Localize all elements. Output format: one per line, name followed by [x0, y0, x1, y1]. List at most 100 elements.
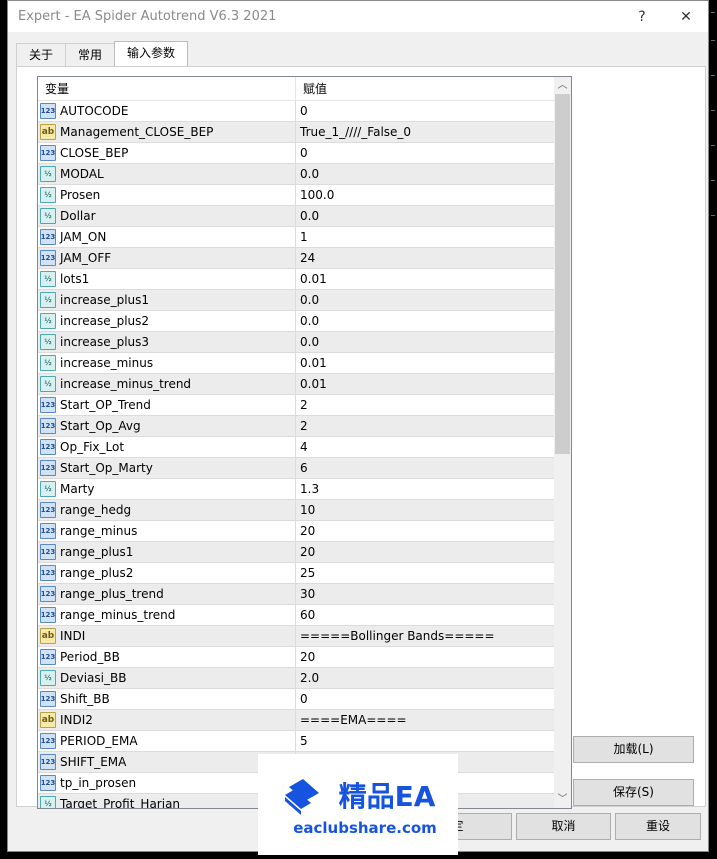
value-cell[interactable]: 6	[296, 461, 308, 475]
table-row[interactable]: ½ increase_plus2 0.0	[38, 311, 554, 332]
table-row[interactable]: ab INDI =====Bollinger Bands=====	[38, 626, 554, 647]
integer-type-icon: 123	[40, 607, 56, 623]
value-cell[interactable]: 4	[296, 440, 308, 454]
tab-about[interactable]: 关于	[16, 43, 67, 66]
table-row[interactable]: ½ Marty 1.3	[38, 479, 554, 500]
table-row[interactable]: ½ increase_minus 0.01	[38, 353, 554, 374]
table-row[interactable]: ½ increase_minus_trend 0.01	[38, 374, 554, 395]
load-button[interactable]: 加载(L)	[573, 736, 694, 763]
integer-type-icon: 123	[40, 502, 56, 518]
table-row[interactable]: ½ Dollar 0.0	[38, 206, 554, 227]
value-cell[interactable]: 0	[296, 692, 308, 706]
value-cell[interactable]: 5	[296, 734, 308, 748]
value-cell[interactable]: 2	[296, 419, 308, 433]
table-row[interactable]: 123 Op_Fix_Lot 4	[38, 437, 554, 458]
variable-cell: 123 Start_OP_Trend	[38, 395, 296, 415]
save-button[interactable]: 保存(S)	[573, 779, 694, 806]
value-cell[interactable]: True_1_////_False_0	[296, 125, 411, 139]
table-row[interactable]: 123 JAM_ON 1	[38, 227, 554, 248]
value-cell[interactable]: 60	[296, 608, 315, 622]
table-row[interactable]: ½ Deviasi_BB 2.0	[38, 668, 554, 689]
variable-cell: ½ Dollar	[38, 206, 296, 226]
vertical-scrollbar[interactable]: ︿ ﹀	[554, 77, 571, 808]
table-row[interactable]: 123 range_plus1 20	[38, 542, 554, 563]
value-cell[interactable]: 0.0	[296, 314, 319, 328]
variable-name: increase_plus1	[60, 293, 150, 307]
table-row[interactable]: 123 Start_Op_Avg 2	[38, 416, 554, 437]
value-cell[interactable]: 25	[296, 566, 315, 580]
value-cell[interactable]: 1	[296, 230, 308, 244]
variable-cell: ½ increase_minus_trend	[38, 374, 296, 394]
chart-tick	[711, 12, 715, 13]
table-row[interactable]: ½ MODAL 0.0	[38, 164, 554, 185]
variable-cell: 123 range_minus_trend	[38, 605, 296, 625]
value-cell[interactable]: 2	[296, 398, 308, 412]
value-cell[interactable]: 0.01	[296, 356, 327, 370]
table-row[interactable]: 123 Start_OP_Trend 2	[38, 395, 554, 416]
table-row[interactable]: 123 range_plus2 25	[38, 563, 554, 584]
tab-inputs[interactable]: 输入参数	[114, 41, 189, 66]
value-cell[interactable]: ====EMA====	[296, 713, 407, 727]
value-cell[interactable]: 0.0	[296, 293, 319, 307]
double-type-icon: ½	[40, 334, 56, 350]
scroll-down-icon[interactable]: ﹀	[554, 791, 571, 808]
variable-name: Start_Op_Avg	[60, 419, 141, 433]
table-row[interactable]: 123 range_minus 20	[38, 521, 554, 542]
value-cell[interactable]: 24	[296, 251, 315, 265]
close-button[interactable]: ✕	[664, 9, 708, 25]
column-header-value[interactable]: 赋值	[296, 77, 327, 100]
table-row[interactable]: 123 range_plus_trend 30	[38, 584, 554, 605]
variable-cell: 123 JAM_OFF	[38, 248, 296, 268]
value-cell[interactable]: 0	[296, 104, 308, 118]
value-cell[interactable]: 10	[296, 503, 315, 517]
help-button[interactable]: ?	[620, 9, 664, 25]
table-row[interactable]: 123 Start_Op_Marty 6	[38, 458, 554, 479]
value-cell[interactable]: 20	[296, 545, 315, 559]
value-cell[interactable]: =====Bollinger Bands=====	[296, 629, 495, 643]
integer-type-icon: 123	[40, 754, 56, 770]
value-cell[interactable]: 0.0	[296, 335, 319, 349]
double-type-icon: ½	[40, 796, 56, 808]
value-cell[interactable]: 20	[296, 524, 315, 538]
table-row[interactable]: 123 Period_BB 20	[38, 647, 554, 668]
value-cell[interactable]: 0.01	[296, 272, 327, 286]
book-logo-icon	[284, 778, 319, 815]
table-row[interactable]: 123 CLOSE_BEP 0	[38, 143, 554, 164]
value-cell[interactable]: 0.0	[296, 167, 319, 181]
variable-cell: 123 Start_Op_Avg	[38, 416, 296, 436]
table-row[interactable]: 123 JAM_OFF 24	[38, 248, 554, 269]
chart-tick	[711, 145, 715, 146]
value-cell[interactable]: 0.01	[296, 377, 327, 391]
table-row[interactable]: ab Management_CLOSE_BEP True_1_////_False_…	[38, 122, 554, 143]
value-cell[interactable]: 2.0	[296, 671, 319, 685]
window-title: Expert - EA Spider Autotrend V6.3 2021	[18, 9, 277, 24]
table-row[interactable]: ½ lots1 0.01	[38, 269, 554, 290]
value-cell[interactable]: 100.0	[296, 188, 334, 202]
value-cell[interactable]: 0	[296, 146, 308, 160]
value-cell[interactable]: 0.0	[296, 209, 319, 223]
table-row[interactable]: ½ increase_plus3 0.0	[38, 332, 554, 353]
table-row[interactable]: 123 Shift_BB 0	[38, 689, 554, 710]
string-type-icon: ab	[40, 124, 56, 140]
scrollbar-thumb[interactable]	[555, 94, 570, 454]
table-row[interactable]: 123 range_hedg 10	[38, 500, 554, 521]
cancel-button[interactable]: 取消	[516, 813, 611, 840]
table-row[interactable]: 123 PERIOD_EMA 5	[38, 731, 554, 752]
reset-button[interactable]: 重设	[615, 813, 701, 840]
variable-cell: ½ increase_plus1	[38, 290, 296, 310]
value-cell[interactable]: 1.3	[296, 482, 319, 496]
value-cell[interactable]: 20	[296, 650, 315, 664]
tab-common[interactable]: 常用	[65, 43, 116, 66]
chart-tick	[711, 40, 715, 41]
table-row[interactable]: ½ Prosen 100.0	[38, 185, 554, 206]
table-row[interactable]: ab INDI2 ====EMA====	[38, 710, 554, 731]
table-row[interactable]: ½ increase_plus1 0.0	[38, 290, 554, 311]
chart-tick	[711, 110, 715, 111]
integer-type-icon: 123	[40, 418, 56, 434]
variable-cell: ½ increase_minus	[38, 353, 296, 373]
table-row[interactable]: 123 range_minus_trend 60	[38, 605, 554, 626]
value-cell[interactable]: 30	[296, 587, 315, 601]
table-row[interactable]: 123 AUTOCODE 0	[38, 101, 554, 122]
column-header-variable[interactable]: 变量	[38, 77, 296, 100]
scroll-up-icon[interactable]: ︿	[554, 77, 571, 94]
